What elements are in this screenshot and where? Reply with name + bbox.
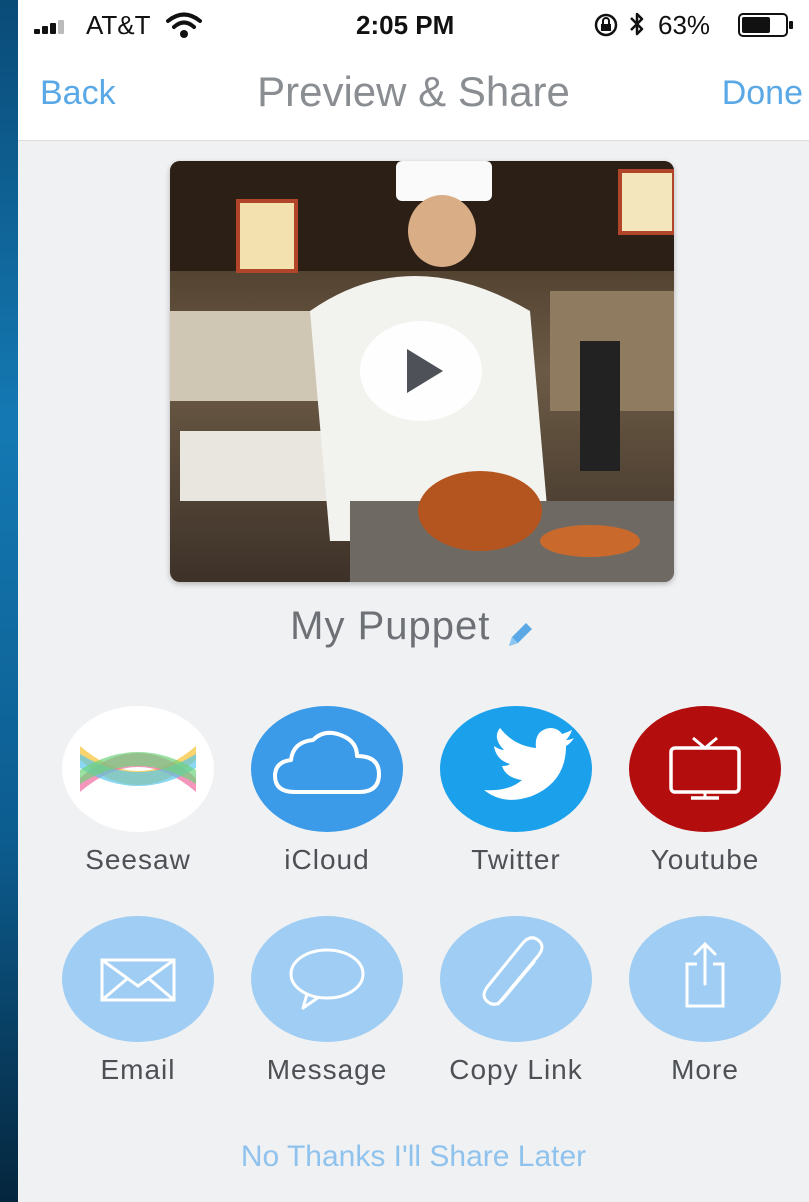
share-later-link[interactable]: No Thanks I'll Share Later [18,1140,809,1174]
share-label: Email [100,1054,176,1085]
done-button[interactable]: Done [722,74,803,113]
twitter-bird-icon [440,706,592,832]
navigation-bar: Back Preview & Share Done [18,60,809,130]
share-copy-link[interactable]: Copy Link [428,916,604,1086]
share-label: Seesaw [85,844,191,875]
paperclip-icon [440,916,592,1042]
share-label: More [671,1054,739,1085]
desktop-background [0,0,18,1202]
share-label: Twitter [471,844,561,875]
video-preview[interactable] [170,161,674,582]
cloud-icon [251,706,403,832]
play-button[interactable] [360,321,482,421]
wifi-icon [166,12,202,38]
share-label: Message [266,1054,388,1085]
signal-strength-icon [34,20,74,34]
video-title: My Puppet [290,604,491,648]
top-bar: AT&T 2:05 PM 63% Back Preview & Share Do… [18,0,809,141]
share-email[interactable]: Email [50,916,226,1086]
share-seesaw[interactable]: Seesaw [50,706,226,876]
video-title-row[interactable]: My Puppet [18,604,809,652]
envelope-icon [62,916,214,1042]
clock: 2:05 PM [356,10,455,40]
share-label: iCloud [284,844,370,875]
seesaw-icon [62,706,214,832]
status-bar: AT&T 2:05 PM 63% [18,0,809,50]
battery-percentage: 63% [658,10,711,40]
share-message[interactable]: Message [239,916,415,1086]
play-icon [407,349,443,393]
rotation-lock-icon [594,13,618,37]
speech-bubble-icon [251,916,403,1042]
battery-icon [738,13,793,37]
phone-screen: AT&T 2:05 PM 63% Back Preview & Share Do… [18,0,809,1202]
share-label: Copy Link [449,1054,583,1085]
pencil-edit-icon[interactable] [503,618,537,652]
share-icon [629,916,781,1042]
carrier-label: AT&T [86,10,151,40]
share-more[interactable]: More [617,916,793,1086]
bluetooth-icon [630,12,644,36]
share-label: Youtube [650,844,760,875]
share-youtube[interactable]: Youtube [617,706,793,876]
page-title: Preview & Share [257,68,570,115]
tv-icon [629,706,781,832]
share-twitter[interactable]: Twitter [428,706,604,876]
share-icloud[interactable]: iCloud [239,706,415,876]
